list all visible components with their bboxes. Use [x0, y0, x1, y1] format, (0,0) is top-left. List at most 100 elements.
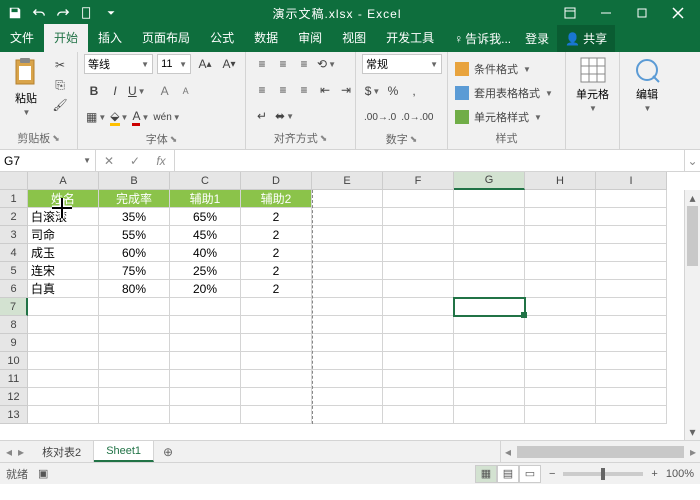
- cell-C3[interactable]: 45%: [170, 226, 241, 244]
- zoom-in-button[interactable]: +: [651, 468, 657, 480]
- font-size-combo[interactable]: 11▼: [157, 54, 191, 74]
- scroll-down-icon[interactable]: ▾: [685, 424, 700, 440]
- phonetic-button[interactable]: wén▼: [151, 107, 181, 127]
- cell-F6[interactable]: [383, 280, 454, 298]
- row-header-6[interactable]: 6: [0, 280, 28, 298]
- cell-styles-button[interactable]: 单元格样式▼: [454, 106, 542, 128]
- col-header-F[interactable]: F: [383, 172, 454, 190]
- col-header-G[interactable]: G: [454, 172, 525, 190]
- decrease-indent-button[interactable]: ⇤: [315, 80, 335, 100]
- new-file-icon[interactable]: [76, 2, 98, 24]
- row-header-9[interactable]: 9: [0, 334, 28, 352]
- align-bottom-button[interactable]: ≡: [294, 54, 314, 74]
- cell-I5[interactable]: [596, 262, 667, 280]
- worksheet-grid[interactable]: ABCDEFGHI1姓名完成率辅助1辅助22白滚滚35%65%23司命55%45…: [0, 172, 700, 440]
- cell-B4[interactable]: 60%: [99, 244, 170, 262]
- scroll-up-icon[interactable]: ▴: [685, 190, 700, 206]
- cell-B3[interactable]: 55%: [99, 226, 170, 244]
- cell-G10[interactable]: [454, 352, 525, 370]
- tab-developer[interactable]: 开发工具: [376, 24, 444, 52]
- cell-D10[interactable]: [241, 352, 312, 370]
- row-header-11[interactable]: 11: [0, 370, 28, 388]
- sign-in-button[interactable]: 登录: [517, 25, 557, 52]
- cell-G5[interactable]: [454, 262, 525, 280]
- vertical-scrollbar[interactable]: ▴ ▾: [684, 190, 700, 440]
- cell-E4[interactable]: [312, 244, 383, 262]
- cell-H1[interactable]: [525, 190, 596, 208]
- minimize-button[interactable]: [588, 0, 624, 26]
- italic-button[interactable]: I: [105, 81, 125, 101]
- cell-I7[interactable]: [596, 298, 667, 316]
- cell-E2[interactable]: [312, 208, 383, 226]
- tab-home[interactable]: 开始: [44, 24, 88, 52]
- cell-E7[interactable]: [312, 298, 383, 316]
- col-header-A[interactable]: A: [28, 172, 99, 190]
- page-break-view-button[interactable]: ▭: [519, 465, 541, 483]
- cell-D8[interactable]: [241, 316, 312, 334]
- cell-G4[interactable]: [454, 244, 525, 262]
- cell-B12[interactable]: [99, 388, 170, 406]
- merge-button[interactable]: ⬌▼: [273, 106, 295, 126]
- redo-icon[interactable]: [52, 2, 74, 24]
- format-as-table-button[interactable]: 套用表格格式▼: [454, 82, 553, 104]
- paste-button[interactable]: 粘贴 ▼: [6, 54, 46, 119]
- maximize-button[interactable]: [624, 0, 660, 26]
- cell-F13[interactable]: [383, 406, 454, 424]
- cell-A12[interactable]: [28, 388, 99, 406]
- conditional-format-button[interactable]: 条件格式▼: [454, 58, 531, 80]
- qat-customize-icon[interactable]: [100, 2, 122, 24]
- hscroll-right-icon[interactable]: ▸: [686, 445, 700, 459]
- select-all-corner[interactable]: [0, 172, 28, 190]
- cell-H6[interactable]: [525, 280, 596, 298]
- cell-G1[interactable]: [454, 190, 525, 208]
- cell-D13[interactable]: [241, 406, 312, 424]
- col-header-D[interactable]: D: [241, 172, 312, 190]
- cell-F9[interactable]: [383, 334, 454, 352]
- cell-F3[interactable]: [383, 226, 454, 244]
- cell-A13[interactable]: [28, 406, 99, 424]
- cell-H3[interactable]: [525, 226, 596, 244]
- row-header-5[interactable]: 5: [0, 262, 28, 280]
- tab-formulas[interactable]: 公式: [200, 24, 244, 52]
- zoom-thumb[interactable]: [601, 468, 605, 480]
- increase-font-button[interactable]: A▴: [195, 54, 215, 74]
- row-header-4[interactable]: 4: [0, 244, 28, 262]
- align-launcher-icon[interactable]: ⬊: [320, 133, 328, 144]
- cell-D3[interactable]: 2: [241, 226, 312, 244]
- cell-D6[interactable]: 2: [241, 280, 312, 298]
- number-launcher-icon[interactable]: ⬊: [410, 134, 418, 145]
- horizontal-scrollbar[interactable]: ◂ ▸: [500, 441, 700, 462]
- zoom-slider[interactable]: [563, 472, 643, 476]
- cell-E12[interactable]: [312, 388, 383, 406]
- cell-H2[interactable]: [525, 208, 596, 226]
- fill-color-button[interactable]: ⬙▼: [108, 107, 129, 127]
- cell-I13[interactable]: [596, 406, 667, 424]
- cell-D1[interactable]: 辅助2: [241, 190, 312, 208]
- share-button[interactable]: 👤共享: [557, 25, 615, 52]
- font-grow-button[interactable]: A: [155, 81, 175, 101]
- macro-record-icon[interactable]: ▣: [38, 467, 48, 480]
- sheet-nav[interactable]: ◂▸: [0, 441, 30, 462]
- cell-A7[interactable]: [28, 298, 99, 316]
- cell-C12[interactable]: [170, 388, 241, 406]
- cell-C9[interactable]: [170, 334, 241, 352]
- cell-I2[interactable]: [596, 208, 667, 226]
- number-format-combo[interactable]: 常规▼: [362, 54, 442, 74]
- cell-F4[interactable]: [383, 244, 454, 262]
- row-header-2[interactable]: 2: [0, 208, 28, 226]
- cell-E13[interactable]: [312, 406, 383, 424]
- align-right-button[interactable]: ≡: [294, 80, 314, 100]
- cell-D9[interactable]: [241, 334, 312, 352]
- decrease-font-button[interactable]: A▾: [219, 54, 239, 74]
- cell-A10[interactable]: [28, 352, 99, 370]
- col-header-I[interactable]: I: [596, 172, 667, 190]
- cell-I11[interactable]: [596, 370, 667, 388]
- decrease-decimal-button[interactable]: .0→.00: [399, 107, 435, 127]
- cell-F11[interactable]: [383, 370, 454, 388]
- cell-E6[interactable]: [312, 280, 383, 298]
- tell-me-search[interactable]: ♀告诉我...: [448, 25, 517, 52]
- sheet-tab-2[interactable]: Sheet1: [94, 441, 154, 462]
- vscroll-thumb[interactable]: [687, 206, 698, 266]
- cell-C1[interactable]: 辅助1: [170, 190, 241, 208]
- cell-F5[interactable]: [383, 262, 454, 280]
